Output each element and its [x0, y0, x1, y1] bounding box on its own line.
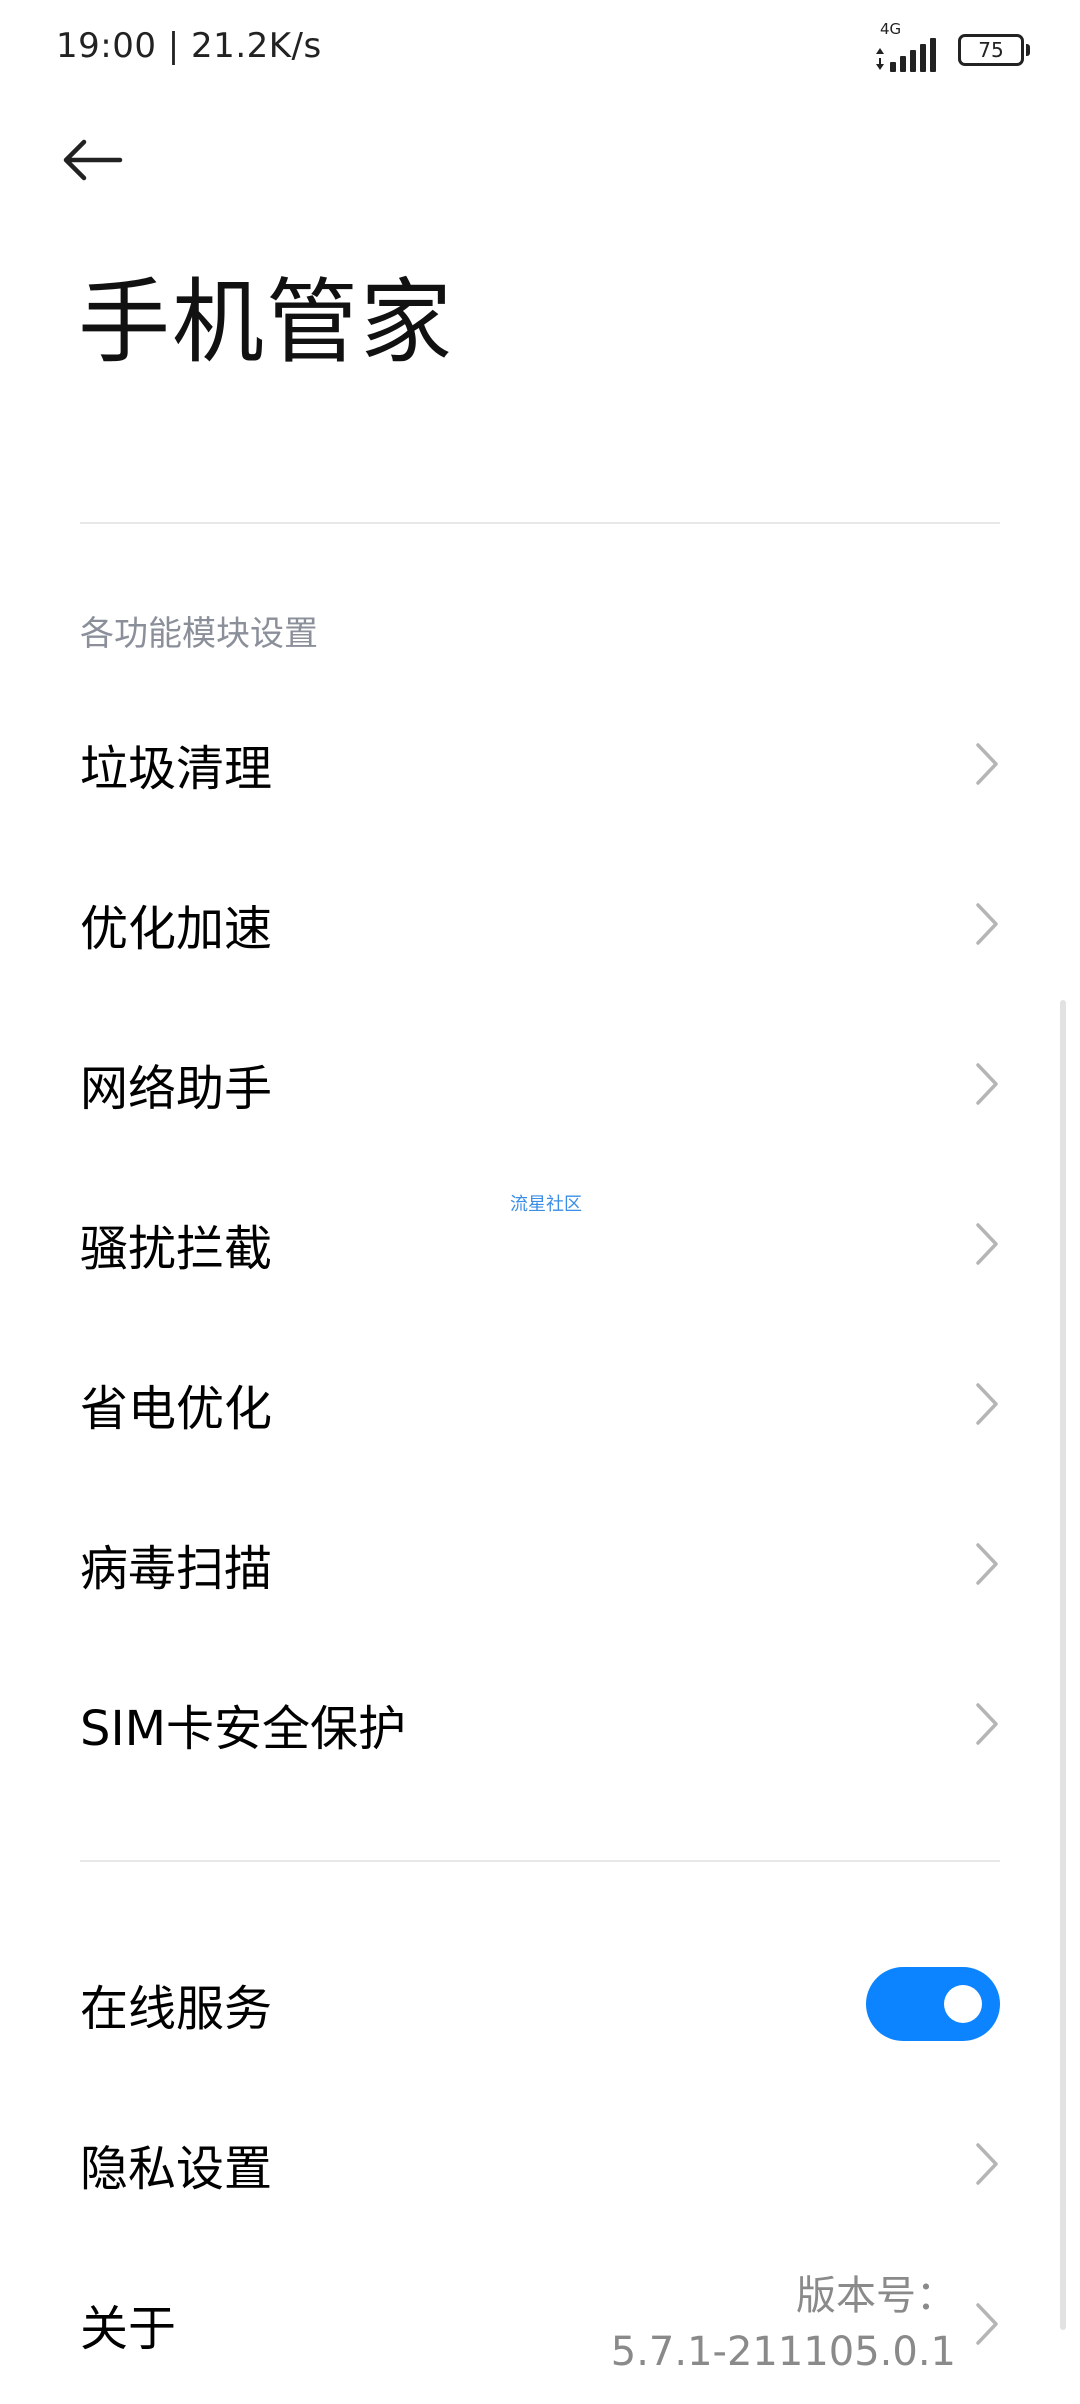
scrollbar[interactable]: [1060, 1000, 1066, 2330]
row-junk-clean[interactable]: 垃圾清理: [0, 684, 1080, 844]
row-label: 在线服务: [80, 1981, 273, 2037]
row-label: 优化加速: [80, 901, 273, 957]
version-info: 版本号： 5.7.1-211105.0.1: [611, 2268, 956, 2380]
chevron-right-icon: [976, 743, 998, 785]
arrow-left-icon: [63, 139, 123, 181]
chevron-right-icon: [976, 1703, 998, 1745]
back-button[interactable]: [60, 120, 160, 200]
chevron-right-icon: [976, 1063, 998, 1105]
row-privacy-settings[interactable]: 隐私设置: [0, 2084, 1080, 2244]
status-icons: 4G 75: [872, 20, 1030, 72]
section-header: 各功能模块设置: [80, 614, 318, 654]
battery-icon: 75: [958, 34, 1030, 66]
version-label: 版本号：: [796, 2273, 956, 2319]
toggle-knob: [944, 1985, 982, 2023]
watermark: 流星社区: [510, 1194, 582, 1215]
chevron-right-icon: [976, 1223, 998, 1265]
row-label: SIM卡安全保护: [80, 1701, 407, 1757]
chevron-right-icon: [976, 903, 998, 945]
row-label: 病毒扫描: [80, 1541, 273, 1597]
page-title: 手机管家: [78, 269, 455, 376]
status-time: 19:00 | 21.2K/s: [56, 26, 322, 66]
version-value: 5.7.1-211105.0.1: [610, 2329, 956, 2375]
row-label: 网络助手: [80, 1061, 273, 1117]
subtitle-clipped: [80, 378, 780, 410]
battery-level: 75: [978, 38, 1004, 62]
chevron-right-icon: [976, 1543, 998, 1585]
row-label: 隐私设置: [80, 2141, 273, 2197]
row-about[interactable]: 关于 版本号： 5.7.1-211105.0.1: [0, 2244, 1080, 2404]
row-spam-block[interactable]: 骚扰拦截: [0, 1164, 1080, 1324]
row-label: 骚扰拦截: [80, 1221, 273, 1277]
row-battery-optimize[interactable]: 省电优化: [0, 1324, 1080, 1484]
row-sim-protection[interactable]: SIM卡安全保护: [0, 1644, 1080, 1804]
network-type-label: 4G: [880, 20, 902, 38]
chevron-right-icon: [976, 2143, 998, 2185]
row-label: 省电优化: [80, 1381, 273, 1437]
chevron-right-icon: [976, 1383, 998, 1425]
online-service-toggle[interactable]: [866, 1967, 1000, 2041]
signal-icon: 4G: [872, 20, 944, 72]
row-speed-up[interactable]: 优化加速: [0, 844, 1080, 1004]
row-virus-scan[interactable]: 病毒扫描: [0, 1484, 1080, 1644]
chevron-right-icon: [976, 2303, 998, 2345]
status-bar: 19:00 | 21.2K/s 4G 75: [0, 0, 1080, 100]
divider: [80, 1860, 1000, 1862]
row-network-assistant[interactable]: 网络助手: [0, 1004, 1080, 1164]
row-label: 关于: [80, 2301, 177, 2357]
row-online-service: 在线服务: [0, 1924, 1080, 2084]
divider: [80, 522, 1000, 524]
row-label: 垃圾清理: [80, 741, 273, 797]
